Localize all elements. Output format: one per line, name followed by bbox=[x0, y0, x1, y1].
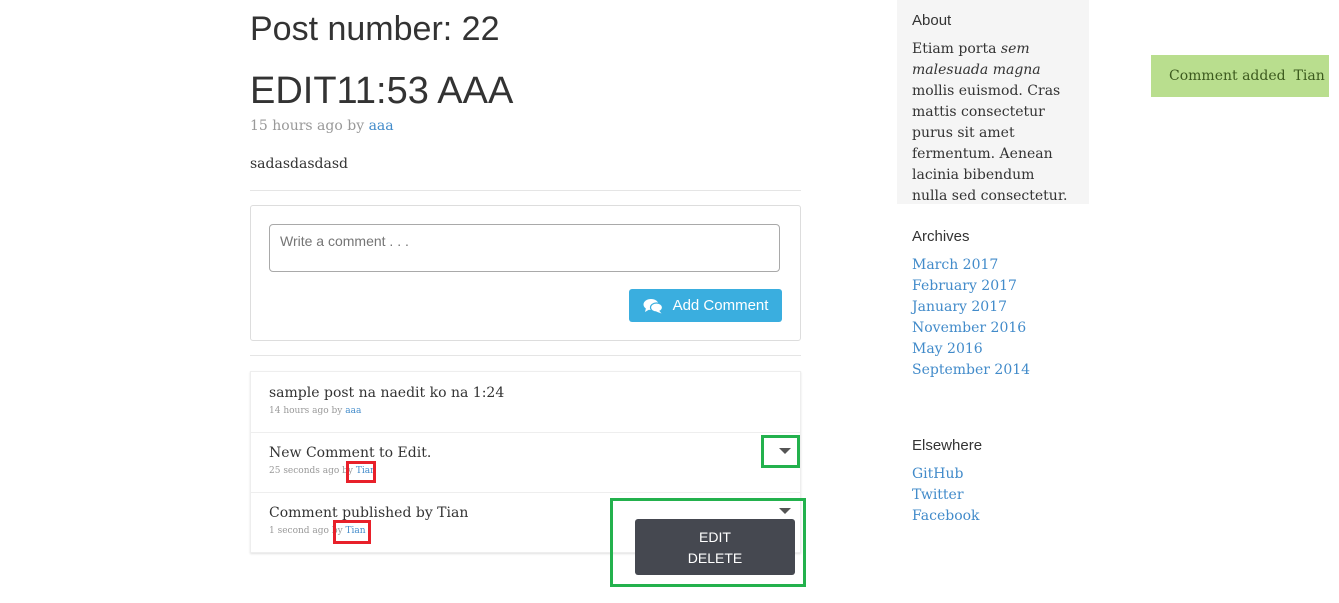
toast-message: Comment added bbox=[1169, 68, 1286, 84]
comment-meta: 14 hours ago by aaa bbox=[269, 406, 361, 416]
github-link[interactable]: GitHub bbox=[912, 464, 982, 485]
comment-time: 14 hours ago by bbox=[269, 406, 343, 416]
archives-section: Archives March 2017 February 2017 Januar… bbox=[912, 228, 1030, 381]
add-comment-label: Add Comment bbox=[672, 297, 769, 314]
comment-text: New Comment to Edit. bbox=[269, 445, 432, 461]
post-time: 15 hours ago by bbox=[250, 118, 365, 134]
post-meta: 15 hours ago by aaa bbox=[250, 118, 394, 134]
about-panel: About Etiam porta sem malesuada magna mo… bbox=[897, 0, 1089, 204]
comment-item: New Comment to Edit. 25 seconds ago by T… bbox=[251, 432, 800, 493]
toast-user: Tian bbox=[1293, 68, 1325, 84]
post-title: EDIT11:53 AAA bbox=[250, 70, 514, 112]
comment-time: 1 second ago by bbox=[269, 526, 343, 536]
archive-link[interactable]: January 2017 bbox=[912, 297, 1030, 318]
elsewhere-title: Elsewhere bbox=[912, 437, 983, 454]
comment-text: sample post na naedit ko na 1:24 bbox=[269, 385, 505, 401]
elsewhere-section: Elsewhere GitHub Twitter Facebook bbox=[912, 437, 982, 527]
archive-link[interactable]: May 2016 bbox=[912, 339, 1030, 360]
highlight-box bbox=[761, 435, 800, 468]
add-comment-button[interactable]: Add Comment bbox=[629, 289, 782, 322]
divider bbox=[250, 190, 801, 191]
highlight-box bbox=[610, 498, 806, 587]
archive-link[interactable]: March 2017 bbox=[912, 255, 1030, 276]
facebook-link[interactable]: Facebook bbox=[912, 506, 982, 527]
archives-title: Archives bbox=[912, 228, 970, 245]
comments-icon bbox=[643, 298, 663, 313]
post-author-link[interactable]: aaa bbox=[369, 118, 394, 134]
comment-input[interactable] bbox=[269, 224, 780, 272]
comment-form: Add Comment bbox=[250, 205, 801, 341]
archive-link[interactable]: September 2014 bbox=[912, 360, 1030, 381]
comment-author-link[interactable]: aaa bbox=[345, 406, 361, 416]
highlight-box bbox=[333, 520, 371, 544]
comment-item: sample post na naedit ko na 1:24 14 hour… bbox=[251, 372, 800, 433]
about-text: Etiam porta sem malesuada magna mollis e… bbox=[912, 41, 1068, 204]
comment-text: Comment published by Tian bbox=[269, 505, 469, 521]
comment-added-toast: Comment added Tian bbox=[1151, 55, 1329, 97]
post-body: sadasdasdasd bbox=[250, 156, 348, 172]
twitter-link[interactable]: Twitter bbox=[912, 485, 982, 506]
archive-link[interactable]: November 2016 bbox=[912, 318, 1030, 339]
comment-time: 25 seconds ago by bbox=[269, 466, 354, 476]
divider bbox=[250, 355, 801, 356]
archive-link[interactable]: February 2017 bbox=[912, 276, 1030, 297]
post-number-heading: Post number: 22 bbox=[250, 10, 500, 48]
about-title: About bbox=[912, 12, 952, 29]
highlight-box bbox=[346, 461, 376, 483]
